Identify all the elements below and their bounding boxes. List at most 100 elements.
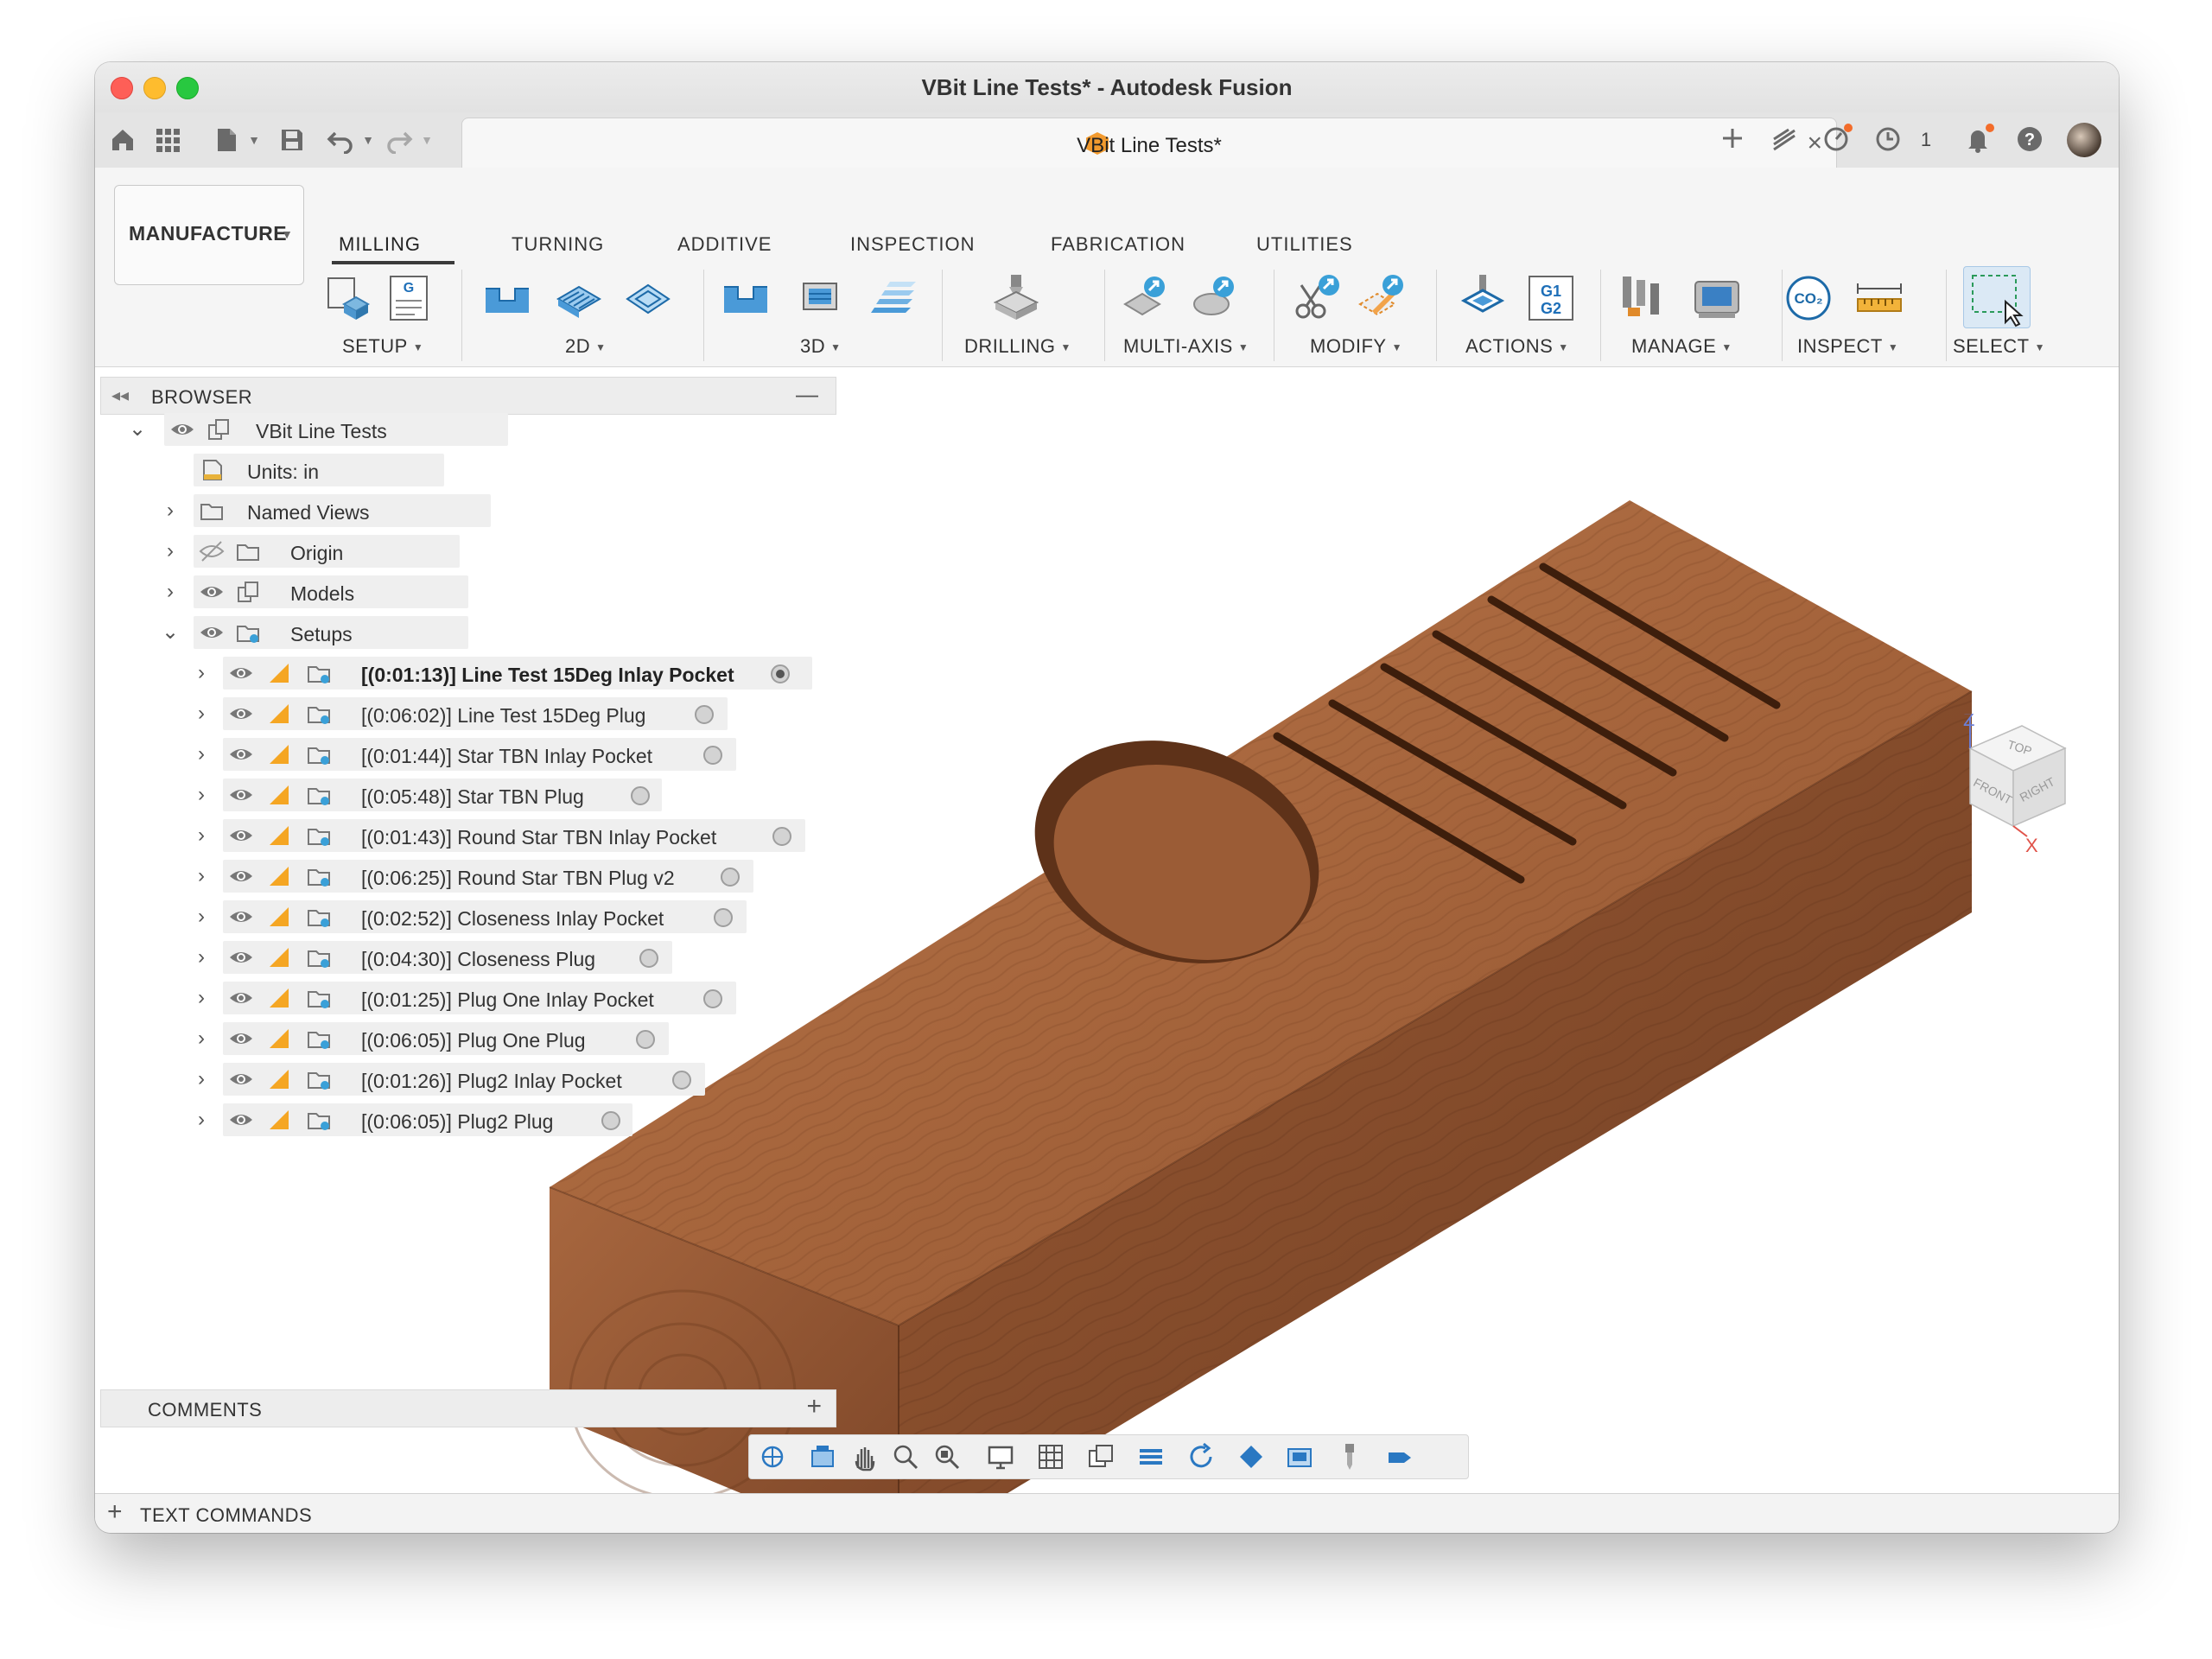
tab-utilities[interactable]: UTILITIES (1256, 233, 1353, 256)
document-tab[interactable]: VBit Line Tests* × (461, 118, 1837, 168)
measure-tool-icon[interactable] (1854, 273, 1904, 323)
save-icon[interactable] (278, 126, 306, 154)
tab-fabrication[interactable]: FABRICATION (1051, 233, 1185, 256)
activate-setup-radio[interactable] (771, 664, 790, 683)
setup-sheet-tool-icon[interactable]: G (384, 273, 434, 323)
visibility-eye-icon[interactable] (228, 824, 254, 847)
chevron-right-icon[interactable]: › (192, 660, 211, 686)
chevron-right-icon[interactable]: › (192, 1107, 211, 1133)
select-tool-icon[interactable] (1963, 266, 2031, 328)
visibility-eye-icon[interactable] (228, 1109, 254, 1131)
tool-display-icon[interactable] (1335, 1442, 1364, 1471)
redo-chevron-icon[interactable]: ▼ (413, 126, 441, 154)
visibility-eye-icon[interactable] (228, 946, 254, 969)
orbit-icon[interactable] (758, 1442, 787, 1471)
minimize-browser-button[interactable]: — (796, 381, 818, 408)
expand-text-commands-button[interactable]: + (107, 1497, 123, 1527)
refresh-icon[interactable] (1186, 1442, 1216, 1471)
group-drilling[interactable]: DRILLING ▼ (964, 335, 1071, 358)
activate-setup-radio[interactable] (714, 908, 733, 927)
new-setup-tool-icon[interactable] (325, 273, 375, 323)
3d-pocket-tool-icon[interactable] (795, 273, 845, 323)
layers-icon[interactable] (1136, 1442, 1166, 1471)
chevron-right-icon[interactable]: › (192, 701, 211, 727)
activate-setup-radio[interactable] (631, 786, 650, 805)
chevron-right-icon[interactable]: › (161, 538, 180, 564)
chevron-right-icon[interactable]: › (192, 1066, 211, 1092)
job-status-icon[interactable] (1821, 124, 1853, 155)
activate-setup-radio[interactable] (672, 1071, 691, 1090)
clock-icon[interactable] (1873, 125, 1903, 155)
chevron-down-icon[interactable]: ⌄ (128, 416, 147, 442)
notifications-icon[interactable] (1963, 124, 1994, 155)
visibility-eye-icon[interactable] (199, 581, 225, 603)
new-tab-icon[interactable] (1718, 125, 1747, 155)
3d-steep-shallow-tool-icon[interactable] (868, 273, 918, 323)
visibility-eye-icon[interactable] (228, 1027, 254, 1050)
group-multi-axis[interactable]: MULTI-AXIS ▼ (1123, 335, 1249, 358)
machine-library-icon[interactable] (1692, 273, 1742, 323)
chevron-right-icon[interactable]: › (192, 823, 211, 849)
extensions-icon[interactable] (1770, 125, 1799, 155)
2d-contour-tool-icon[interactable] (622, 273, 672, 323)
tab-turning[interactable]: TURNING (512, 233, 604, 256)
edit-toolpath-icon[interactable] (1355, 273, 1405, 323)
avatar[interactable] (2067, 123, 2101, 157)
chevron-right-icon[interactable]: › (192, 863, 211, 889)
look-at-icon[interactable] (808, 1442, 837, 1471)
visibility-eye-icon[interactable] (199, 621, 225, 644)
fit-window-icon[interactable] (932, 1442, 962, 1471)
viewports-icon[interactable] (1086, 1442, 1116, 1471)
chevron-right-icon[interactable]: › (161, 579, 180, 605)
2d-adaptive-tool-icon[interactable] (482, 273, 532, 323)
activate-setup-radio[interactable] (695, 705, 714, 724)
group-2d[interactable]: 2D ▼ (565, 335, 607, 358)
help-icon[interactable]: ? (2015, 125, 2044, 155)
stock-display-icon[interactable] (1236, 1442, 1266, 1471)
visibility-eye-icon[interactable] (228, 1068, 254, 1090)
file-icon[interactable] (213, 126, 240, 154)
chevron-right-icon[interactable]: › (192, 782, 211, 808)
visibility-eye-icon[interactable] (228, 987, 254, 1009)
pan-hand-icon[interactable] (849, 1442, 879, 1471)
group-setup[interactable]: SETUP ▼ (342, 335, 423, 358)
tab-milling[interactable]: MILLING (339, 233, 421, 256)
cut-toolpath-icon[interactable] (1291, 273, 1341, 323)
visibility-eye-icon[interactable] (228, 702, 254, 725)
simulate-tool-icon[interactable] (1457, 273, 1507, 323)
grid-settings-icon[interactable] (1036, 1442, 1065, 1471)
undo-icon[interactable] (327, 126, 354, 155)
chevron-right-icon[interactable]: › (192, 985, 211, 1011)
zoom-icon[interactable] (891, 1442, 920, 1471)
visibility-eye-icon[interactable] (169, 418, 195, 441)
visibility-eye-icon[interactable] (228, 784, 254, 806)
grid-icon[interactable] (154, 126, 181, 154)
tool-library-icon[interactable] (1619, 273, 1669, 323)
display-settings-icon[interactable] (986, 1442, 1015, 1471)
chevron-right-icon[interactable]: › (161, 498, 180, 524)
multi-axis-swarf-tool-icon[interactable] (1120, 273, 1170, 323)
tab-additive[interactable]: ADDITIVE (677, 233, 772, 256)
view-cube[interactable]: TOP FRONT RIGHT Z X (1936, 709, 2082, 856)
activate-setup-radio[interactable] (601, 1111, 620, 1130)
visibility-eye-icon[interactable] (228, 865, 254, 887)
co2-estimate-icon[interactable]: CO₂ (1783, 273, 1834, 323)
group-modify[interactable]: MODIFY ▼ (1310, 335, 1402, 358)
group-inspect[interactable]: INSPECT ▼ (1797, 335, 1898, 358)
activate-setup-radio[interactable] (703, 989, 722, 1008)
multi-axis-flow-tool-icon[interactable] (1189, 273, 1239, 323)
group-3d[interactable]: 3D ▼ (800, 335, 842, 358)
workspace-switcher[interactable]: MANUFACTURE ▼ (114, 185, 304, 285)
hidden-eye-icon[interactable] (199, 540, 225, 563)
machine-display-icon[interactable] (1285, 1442, 1314, 1471)
activate-setup-radio[interactable] (721, 868, 740, 887)
post-process-tool-icon[interactable]: G1 G2 (1526, 273, 1576, 323)
chevron-right-icon[interactable]: › (192, 1026, 211, 1052)
redo-icon[interactable] (385, 126, 413, 155)
group-manage[interactable]: MANAGE ▼ (1631, 335, 1732, 358)
activate-setup-radio[interactable] (639, 949, 658, 968)
tab-inspection[interactable]: INSPECTION (850, 233, 975, 256)
chevron-right-icon[interactable]: › (192, 904, 211, 930)
group-actions[interactable]: ACTIONS ▼ (1465, 335, 1569, 358)
visibility-eye-icon[interactable] (228, 743, 254, 766)
